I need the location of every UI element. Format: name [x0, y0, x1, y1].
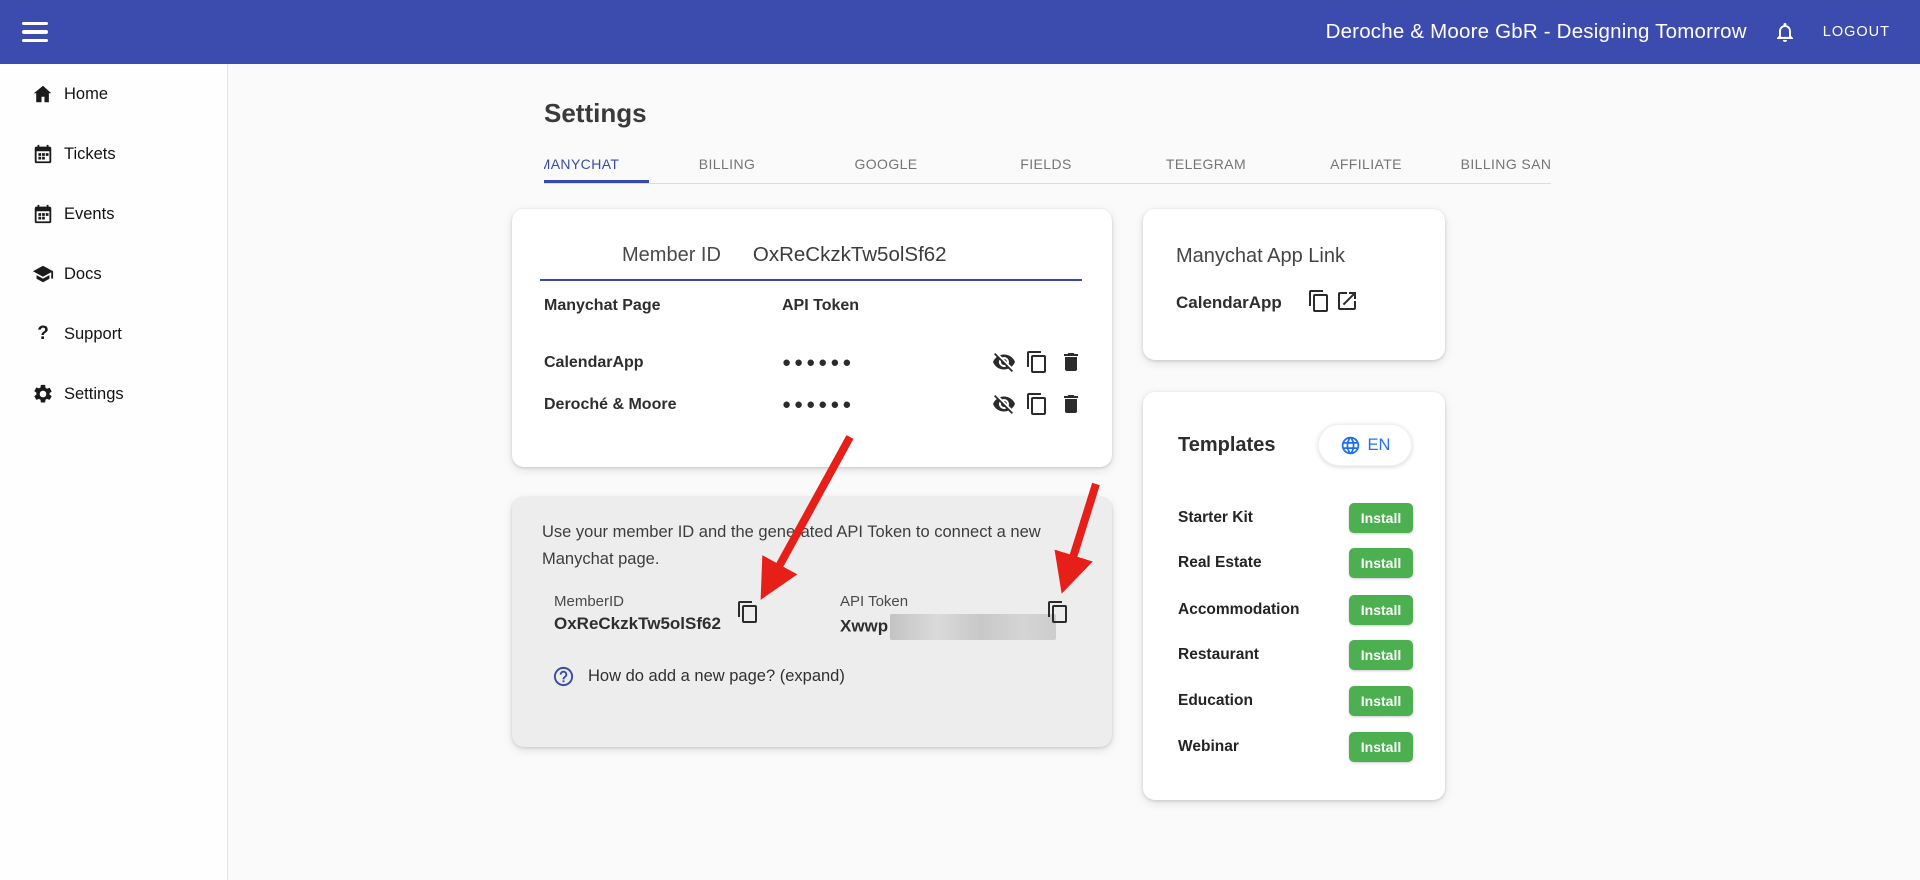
sidebar-item-support[interactable]: ? Support [0, 304, 228, 364]
template-name: Accommodation [1178, 601, 1300, 618]
member-id-underline [540, 279, 1082, 281]
copy-icon [1309, 290, 1328, 312]
copy-token-button[interactable] [1025, 392, 1049, 416]
sidebar-item-settings[interactable]: Settings [0, 364, 228, 424]
page-title: Settings [544, 98, 647, 128]
app-header: Deroche & Moore GbR - Designing Tomorrow… [0, 0, 1920, 64]
question-icon: ? [37, 323, 49, 344]
member-id-field[interactable]: Member ID OxReCkzkTw5olSf62 [622, 243, 947, 267]
api-token-field-value: Xwwp [840, 614, 1057, 640]
active-tab-indicator [544, 180, 649, 183]
column-header-page: Manychat Page [544, 297, 661, 314]
install-button-starter-kit[interactable]: Install [1349, 503, 1413, 533]
how-to-expand-link[interactable]: How do add a new page? (expand) [552, 665, 845, 688]
templates-title: Templates [1178, 434, 1276, 456]
install-button-accommodation[interactable]: Install [1349, 595, 1413, 625]
tab-billing[interactable]: BILLING [699, 146, 756, 182]
install-button-education[interactable]: Install [1349, 686, 1413, 716]
delete-token-button[interactable] [1059, 350, 1083, 374]
eye-off-icon [993, 353, 1015, 372]
copy-icon [738, 601, 757, 623]
sidebar-item-tickets[interactable]: Tickets [0, 124, 228, 184]
copy-api-token-button[interactable] [1046, 600, 1070, 624]
memberid-field-label: MemberID [554, 593, 625, 610]
logout-button[interactable]: LOGOUT [1823, 24, 1890, 40]
calendar-icon [32, 143, 54, 165]
member-id-label: Member ID [622, 244, 721, 266]
sidebar-item-label: Home [64, 84, 109, 103]
delete-token-button[interactable] [1059, 392, 1083, 416]
app-link-card: Manychat App Link CalendarApp [1143, 209, 1445, 360]
language-selector[interactable]: EN [1318, 424, 1412, 466]
settings-tab-bar: MANYCHAT BILLING GOOGLE FIELDS TELEGRAM … [544, 146, 1551, 184]
sidebar-item-events[interactable]: Events [0, 184, 228, 244]
member-id-value: OxReCkzkTw5olSf62 [752, 243, 947, 266]
sidebar-item-label: Tickets [64, 144, 116, 163]
notifications-bell-icon[interactable] [1773, 20, 1797, 44]
install-button-webinar[interactable]: Install [1349, 732, 1413, 762]
column-header-token: API Token [782, 297, 860, 314]
graduate-icon [32, 263, 54, 285]
reveal-token-button[interactable] [992, 392, 1016, 416]
template-name: Webinar [1178, 738, 1239, 755]
sidebar-item-label: Events [64, 204, 115, 223]
copy-icon [1027, 351, 1046, 373]
home-icon [32, 83, 54, 105]
sidebar-nav: Home Tickets Events Docs ? Support Setti… [0, 64, 228, 880]
api-token-field-label: API Token [840, 593, 909, 610]
tab-affiliate[interactable]: AFFILIATE [1330, 146, 1402, 182]
help-circle-icon [553, 666, 574, 687]
masked-token: ●●●●●● [782, 396, 855, 413]
workspace-title: Deroche & Moore GbR - Designing Tomorrow [1325, 20, 1747, 43]
template-name: Restaurant [1178, 646, 1259, 663]
sidebar-item-label: Support [64, 324, 122, 343]
copy-icon [1027, 393, 1046, 415]
open-in-new-icon [1338, 292, 1356, 310]
trash-icon [1064, 353, 1078, 371]
page-row-name: CalendarApp [544, 354, 644, 371]
templates-card: Templates EN Starter Kit Install Real Es… [1143, 392, 1445, 800]
sidebar-item-home[interactable]: Home [0, 64, 228, 124]
app-link-name: CalendarApp [1176, 293, 1282, 312]
member-id-card: Member ID OxReCkzkTw5olSf62 Manychat Pag… [512, 209, 1112, 467]
hamburger-menu-icon[interactable] [22, 12, 62, 52]
page-row-name: Deroché & Moore [544, 396, 677, 413]
globe-icon [1341, 436, 1359, 454]
tab-google[interactable]: GOOGLE [854, 146, 917, 182]
template-name: Education [1178, 692, 1253, 709]
install-button-real-estate[interactable]: Install [1349, 548, 1413, 578]
eye-off-icon [993, 395, 1015, 414]
trash-icon [1064, 395, 1078, 413]
connect-page-card: Use your member ID and the generated API… [512, 497, 1112, 747]
copy-memberid-button[interactable] [736, 600, 760, 624]
sidebar-item-docs[interactable]: Docs [0, 244, 228, 304]
app-link-title: Manychat App Link [1176, 245, 1345, 267]
connect-description: Use your member ID and the generated API… [542, 523, 1041, 569]
copy-app-link-button[interactable] [1307, 289, 1331, 313]
calendar-icon [32, 203, 54, 225]
tab-manychat[interactable]: MANYCHAT [544, 146, 619, 182]
sidebar-item-label: Docs [64, 264, 102, 283]
tab-fields[interactable]: FIELDS [1020, 146, 1071, 182]
install-button-restaurant[interactable]: Install [1349, 640, 1413, 670]
memberid-field-value: OxReCkzkTw5olSf62 [554, 614, 721, 633]
masked-token: ●●●●●● [782, 354, 855, 371]
main-content [229, 64, 1920, 880]
template-name: Real Estate [1178, 554, 1262, 571]
api-token-redacted [890, 614, 1057, 640]
copy-token-button[interactable] [1025, 350, 1049, 374]
reveal-token-button[interactable] [992, 350, 1016, 374]
template-name: Starter Kit [1178, 509, 1253, 526]
help-text: How do add a new page? (expand) [588, 667, 845, 685]
tab-billing-san[interactable]: BILLING SAN [1461, 146, 1551, 182]
copy-icon [1048, 601, 1067, 623]
language-label: EN [1367, 435, 1391, 454]
tab-telegram[interactable]: TELEGRAM [1166, 146, 1246, 182]
open-app-link-button[interactable] [1335, 289, 1359, 313]
gear-icon [32, 383, 54, 405]
sidebar-item-label: Settings [64, 384, 124, 403]
